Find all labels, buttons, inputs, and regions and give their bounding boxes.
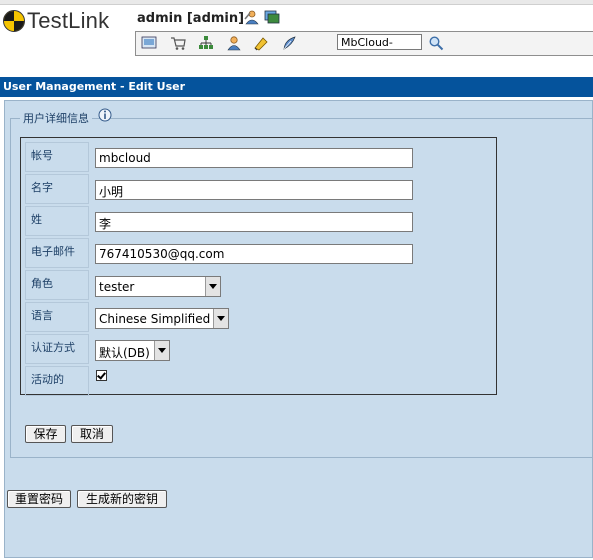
user-settings-icon[interactable]	[244, 9, 260, 25]
email-label: 电子邮件	[25, 238, 89, 268]
fieldset-legend: 用户详细信息	[20, 110, 92, 126]
login-input[interactable]: mbcloud	[95, 148, 413, 168]
requirements-cart-icon[interactable]	[170, 35, 186, 51]
toolbar: MbCloud-	[135, 31, 593, 56]
logo-text: TestLink	[27, 8, 110, 33]
execute-tests-icon[interactable]	[253, 35, 269, 51]
browser-strip	[0, 0, 593, 5]
form-row-active: 活动的	[25, 366, 492, 396]
page-title: User Management - Edit User	[0, 77, 593, 97]
search-icon[interactable]	[428, 35, 444, 51]
first-name-input[interactable]: 小明	[95, 180, 413, 200]
active-label: 活动的	[25, 366, 89, 396]
auth-select-value: 默认(DB)	[99, 346, 150, 360]
cancel-button[interactable]: 取消	[71, 425, 113, 443]
last-name-label: 姓	[25, 206, 89, 236]
auth-select[interactable]: 默认(DB)	[95, 340, 170, 361]
reset-password-button[interactable]: 重置密码	[7, 490, 71, 508]
logo[interactable]: TestLink	[3, 8, 109, 34]
chevron-down-icon[interactable]	[154, 341, 169, 360]
form-row-role: 角色 tester	[25, 270, 492, 300]
logout-icon[interactable]	[264, 9, 280, 25]
active-checkbox[interactable]	[96, 370, 107, 381]
current-user: admin [admin]	[137, 11, 245, 26]
chevron-down-icon[interactable]	[205, 277, 220, 296]
user-management-icon[interactable]	[226, 35, 242, 51]
locale-label: 语言	[25, 302, 89, 332]
locale-select-value: Chinese Simplified	[99, 312, 211, 326]
header: TestLink admin [admin] MbCloud-	[0, 0, 593, 78]
form-row-locale: 语言 Chinese Simplified	[25, 302, 492, 332]
test-specification-icon[interactable]	[198, 35, 214, 51]
form-row-email: 电子邮件 767410530@qq.com	[25, 238, 492, 268]
last-name-input[interactable]: 李	[95, 212, 413, 232]
form-row-login: 帐号 mbcloud	[25, 142, 492, 172]
generate-api-key-button[interactable]: 生成新的密钥	[77, 490, 167, 508]
logo-icon	[3, 10, 25, 32]
project-select[interactable]: MbCloud-	[337, 34, 422, 50]
save-button[interactable]: 保存	[25, 425, 66, 443]
locale-select[interactable]: Chinese Simplified	[95, 308, 229, 329]
form-row-first-name: 名字 小明	[25, 174, 492, 204]
first-name-label: 名字	[25, 174, 89, 204]
form-row-auth: 认证方式 默认(DB)	[25, 334, 492, 364]
login-label: 帐号	[25, 142, 89, 172]
auth-label: 认证方式	[25, 334, 89, 364]
email-input[interactable]: 767410530@qq.com	[95, 244, 413, 264]
role-select[interactable]: tester	[95, 276, 221, 297]
desktop-home-icon[interactable]	[141, 35, 157, 51]
role-select-value: tester	[99, 280, 135, 294]
chevron-down-icon[interactable]	[213, 309, 228, 328]
form-row-last-name: 姓 李	[25, 206, 492, 236]
role-label: 角色	[25, 270, 89, 300]
user-form-table: 帐号 mbcloud 名字 小明 姓 李 电子邮件 767410530@qq.c…	[20, 137, 497, 396]
reports-feather-icon[interactable]	[281, 35, 297, 51]
info-icon[interactable]	[97, 107, 113, 123]
